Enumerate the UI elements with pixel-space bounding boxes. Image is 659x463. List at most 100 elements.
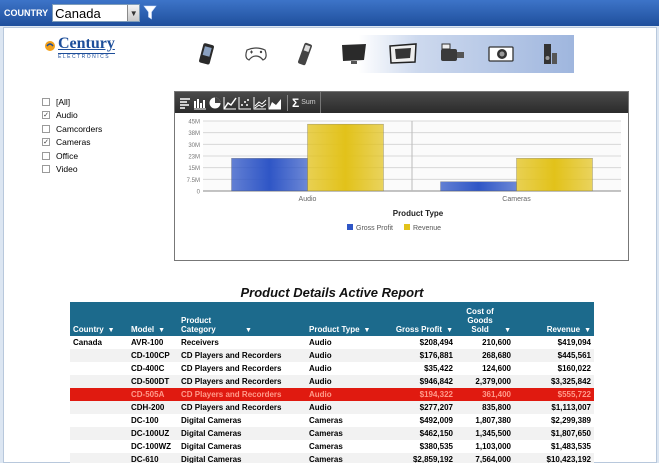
sort-dropdown-icon[interactable]: ▼ — [584, 327, 591, 334]
table-row[interactable]: CDH-200 CD Players and Recorders Audio $277… — [70, 401, 594, 414]
tv-icon[interactable] — [387, 40, 419, 68]
table-cell: $176,881 — [374, 349, 456, 362]
sort-dropdown-icon[interactable]: ▼ — [245, 327, 252, 334]
table-row[interactable]: DC-100 Digital Cameras Cameras $492,009 1,80… — [70, 414, 594, 427]
product-details-report: Product Details Active Report Country ▼ Mo… — [70, 284, 594, 463]
column-header[interactable]: Model ▼ — [128, 302, 178, 336]
table-cell: $419,094 — [557, 338, 591, 347]
column-header[interactable]: Gross Profit ▼ — [374, 302, 456, 336]
table-view-icon[interactable] — [178, 96, 192, 110]
column-header[interactable]: Cost of Goods Sold ▼ — [456, 302, 514, 336]
century-logo: Century ELECTRONICS — [44, 36, 115, 60]
camcorder-icon[interactable] — [436, 40, 468, 68]
column-header[interactable]: Country ▼ — [70, 302, 128, 336]
sort-dropdown-icon[interactable]: ▼ — [504, 327, 511, 334]
table-cell: $194,322 — [374, 388, 456, 401]
table-cell — [70, 362, 128, 375]
filter-checkbox[interactable] — [42, 124, 50, 133]
filter-checkbox[interactable] — [42, 151, 50, 160]
filter-item[interactable]: Video — [42, 163, 102, 177]
filter-checkbox[interactable]: ✓ — [42, 111, 50, 120]
column-header-label: Model — [131, 325, 155, 334]
sort-dropdown-icon[interactable]: ▼ — [108, 327, 115, 334]
scatter-chart-icon[interactable] — [238, 96, 252, 110]
filter-item[interactable]: [All] — [42, 95, 102, 109]
table-cell: DC-100UZ — [128, 427, 178, 440]
filter-label: [All] — [56, 96, 71, 107]
table-cell: 124,600 — [482, 364, 511, 373]
bar-revenue-audio — [307, 123, 384, 192]
table-cell: $462,150 — [374, 427, 456, 440]
camera-icon[interactable] — [485, 40, 517, 68]
sort-dropdown-icon[interactable]: ▼ — [364, 327, 371, 334]
table-row[interactable]: CD-400C CD Players and Recorders Audio $35,… — [70, 362, 594, 375]
table-cell: DC-100 — [131, 416, 159, 425]
sort-dropdown-icon[interactable]: ▼ — [446, 327, 453, 334]
table-cell: 7,564,000 — [456, 453, 514, 463]
column-header-label: Cost of Goods Sold — [466, 307, 494, 334]
legend-label: Gross Profit — [356, 225, 393, 232]
table-cell: CD-400C — [131, 364, 165, 373]
table-row[interactable]: CD-505A CD Players and Recorders Audio $194… — [70, 388, 594, 401]
filter-checkbox[interactable] — [42, 97, 50, 106]
filter-checkbox[interactable]: ✓ — [42, 138, 50, 147]
table-cell: $2,859,192 — [374, 453, 456, 463]
sum-label: Sum — [301, 99, 316, 106]
mp3-player-icon[interactable] — [289, 40, 321, 68]
country-dropdown[interactable]: Canada ▼ — [52, 4, 141, 22]
table-cell — [70, 388, 128, 401]
column-header-label: Product Type — [309, 325, 360, 334]
table-cell — [70, 401, 128, 414]
bar-gross-profit-audio — [231, 158, 308, 192]
chevron-down-icon[interactable]: ▼ — [127, 5, 140, 21]
filter-label: Audio — [56, 110, 78, 121]
audio-speaker-icon[interactable] — [534, 40, 566, 68]
dashboard-panel: Century ELECTRONICS [All] ✓ Audio Camcorder — [3, 27, 657, 463]
y-tick-label: 45M — [188, 120, 200, 126]
table-cell: $380,535 — [419, 442, 453, 451]
table-cell — [70, 427, 128, 440]
table-cell — [70, 440, 128, 453]
filter-label: Camcorders — [56, 123, 103, 134]
filter-item[interactable]: ✓ Cameras — [42, 136, 102, 150]
x-tick-label: Cameras — [502, 196, 531, 203]
column-header[interactable]: Revenue ▼ — [514, 302, 594, 336]
y-tick-label: 23M — [188, 155, 200, 161]
table-row[interactable]: DC-100UZ Digital Cameras Cameras $462,150 1,… — [70, 427, 594, 440]
legend-swatch — [404, 224, 410, 230]
sort-dropdown-icon[interactable]: ▼ — [158, 327, 165, 334]
filter-item[interactable]: Office — [42, 149, 102, 163]
table-cell: 268,680 — [456, 349, 514, 362]
table-row[interactable]: CD-500DT CD Players and Recorders Audio $94… — [70, 375, 594, 388]
table-row[interactable]: Canada AVR-100 Receivers Audio $208,494 210,6… — [70, 336, 594, 349]
filter-item[interactable]: Camcorders — [42, 122, 102, 136]
table-cell: $208,494 — [419, 338, 453, 347]
phone-icon[interactable] — [191, 40, 223, 68]
column-header[interactable]: Product Type ▼ — [306, 302, 374, 336]
filter-item[interactable]: ✓ Audio — [42, 109, 102, 123]
table-cell: $1,483,535 — [550, 442, 591, 451]
funnel-icon[interactable] — [143, 4, 157, 22]
sigma-icon[interactable]: Σ — [292, 96, 299, 110]
column-header[interactable]: Product Category ▼ — [178, 302, 306, 336]
monitor-icon[interactable] — [338, 40, 370, 68]
pie-chart-icon[interactable] — [208, 96, 222, 110]
table-cell: $1,113,007 — [514, 401, 594, 414]
table-cell: 1,103,000 — [475, 442, 511, 451]
table-cell: Digital Cameras — [178, 453, 306, 463]
bar-chart-icon[interactable] — [193, 96, 207, 110]
logo-swirl-icon — [45, 41, 55, 51]
line-chart-icon[interactable] — [223, 96, 237, 110]
table-row[interactable]: DC-100WZ Digital Cameras Cameras $380,535 1,… — [70, 440, 594, 453]
table-cell: Audio — [306, 401, 374, 414]
table-cell: DC-610 — [128, 453, 178, 463]
table-row[interactable]: CD-100CP CD Players and Recorders Audio $17… — [70, 349, 594, 362]
area-chart-icon[interactable] — [268, 96, 282, 110]
filter-checkbox[interactable] — [42, 165, 50, 174]
table-row[interactable]: DC-610 Digital Cameras Cameras $2,859,192 7,… — [70, 453, 594, 463]
table-cell: Audio — [306, 375, 374, 388]
table-cell: CDH-200 — [128, 401, 178, 414]
gamepad-icon[interactable] — [240, 40, 272, 68]
country-label: COUNTRY — [4, 8, 49, 18]
stacked-chart-icon[interactable] — [253, 96, 267, 110]
